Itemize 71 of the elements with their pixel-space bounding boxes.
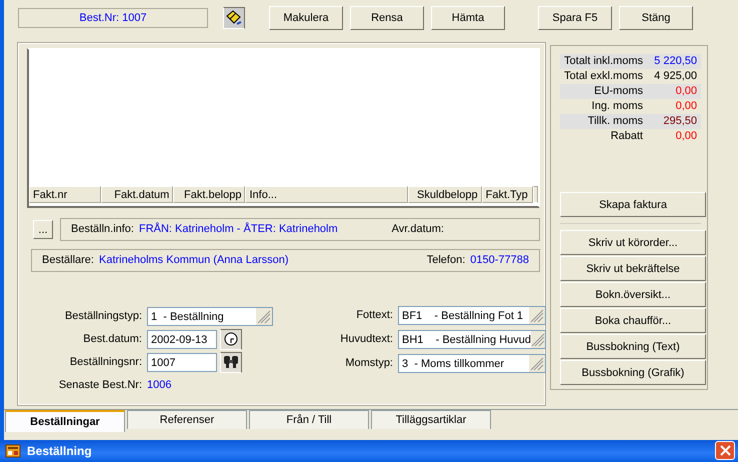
customer-name: Katrineholms Kommun (Anna Larsson) bbox=[98, 254, 289, 266]
action-button[interactable]: Boka chaufför... bbox=[560, 308, 706, 333]
column-header[interactable]: Fakt.belopp bbox=[173, 186, 246, 203]
total-label: Tillk. moms bbox=[586, 116, 644, 128]
tab[interactable]: Från / Till bbox=[249, 410, 369, 429]
field-label: Huvudtext: bbox=[339, 334, 394, 346]
total-label: EU-moms bbox=[593, 86, 644, 98]
total-label: Rabatt bbox=[610, 130, 644, 142]
column-header[interactable]: Skuldbelopp bbox=[408, 186, 482, 203]
dropdown-field[interactable]: 3 - Moms tillkommer bbox=[398, 354, 546, 373]
field-label: Momstyp: bbox=[344, 358, 394, 370]
close-button[interactable] bbox=[715, 442, 735, 460]
action-button[interactable]: Bussbokning (Grafik) bbox=[560, 360, 706, 385]
dropdown-field[interactable]: BF1 - Beställning Fot 1 bbox=[398, 306, 546, 325]
binoculars-icon bbox=[223, 356, 239, 370]
date-field[interactable]: 2002-09-13 bbox=[147, 330, 217, 349]
return-date-label: Avr.datum: bbox=[392, 224, 444, 236]
total-value: 0,00 bbox=[674, 86, 697, 98]
tab[interactable]: Tilläggsartiklar bbox=[371, 410, 491, 429]
column-header[interactable]: Fakt.Typ bbox=[482, 186, 534, 203]
dropdown-field[interactable]: 1 - Beställning bbox=[147, 307, 273, 326]
clock-icon bbox=[224, 332, 238, 346]
paint-button[interactable] bbox=[223, 8, 245, 30]
toolbar-button[interactable]: Stäng bbox=[619, 6, 693, 30]
close-icon bbox=[720, 446, 730, 456]
action-button[interactable]: Bussbokning (Text) bbox=[560, 334, 706, 359]
hatch-grip-icon bbox=[529, 355, 545, 372]
total-label: Total exkl.moms bbox=[563, 70, 644, 82]
total-value: 5 220,50 bbox=[653, 56, 697, 68]
order-number-field[interactable]: 1007 bbox=[147, 353, 217, 372]
total-value: 4 925,00 bbox=[653, 70, 697, 82]
hatch-grip-icon bbox=[531, 331, 546, 348]
column-header[interactable]: Fakt.datum bbox=[101, 186, 174, 203]
field-label: Beställningstyp: bbox=[64, 310, 143, 322]
toolbar-button[interactable]: Rensa bbox=[350, 6, 424, 30]
column-header[interactable]: Fakt.nr bbox=[29, 186, 102, 203]
search-button[interactable] bbox=[220, 352, 242, 373]
create-invoice-button[interactable]: Skapa faktura bbox=[560, 192, 706, 217]
total-value: 0,00 bbox=[674, 100, 697, 112]
total-value: 295,50 bbox=[662, 116, 697, 128]
customer-label: Beställare: bbox=[42, 254, 94, 266]
toolbar-button[interactable]: Spara F5 bbox=[538, 6, 612, 30]
phone-label: Telefon: bbox=[426, 254, 466, 266]
order-number-display: Best.Nr: 1007 bbox=[18, 8, 208, 28]
order-info-value: FRÅN: Katrineholm - ÅTER: Katrineholm bbox=[138, 224, 338, 236]
hatch-grip-icon bbox=[529, 307, 545, 324]
total-value: 0,00 bbox=[674, 130, 697, 142]
field-label: Senaste Best.Nr: bbox=[58, 380, 143, 392]
app-icon bbox=[5, 443, 21, 459]
column-header[interactable]: Info... bbox=[245, 186, 408, 203]
more-button[interactable]: ... bbox=[33, 220, 53, 239]
action-button[interactable]: Skriv ut bekräftelse bbox=[560, 256, 706, 281]
action-button[interactable]: Bokn.översikt... bbox=[560, 282, 706, 307]
total-label: Totalt inkl.moms bbox=[563, 56, 644, 68]
total-label: Ing. moms bbox=[590, 100, 644, 112]
tab[interactable]: Beställningar bbox=[5, 410, 125, 432]
field-label: Beställningsnr: bbox=[68, 356, 143, 368]
toolbar-button[interactable]: Makulera bbox=[269, 6, 343, 30]
eraser-icon bbox=[225, 10, 243, 26]
clock-button[interactable] bbox=[220, 329, 242, 350]
field-label: Best.datum: bbox=[82, 334, 143, 346]
hatch-grip-icon bbox=[256, 308, 272, 325]
dropdown-field[interactable]: BH1 - Beställning Huvud bbox=[398, 330, 546, 349]
action-button[interactable]: Skriv ut körorder... bbox=[560, 230, 706, 255]
order-info-label: Beställn.info: bbox=[71, 224, 134, 236]
phone-number: 0150-77788 bbox=[470, 254, 529, 266]
tab[interactable]: Referenser bbox=[127, 410, 247, 429]
toolbar-button[interactable]: Hämta bbox=[431, 6, 505, 30]
field-label: Fottext: bbox=[355, 310, 394, 322]
window-title: Beställning bbox=[27, 444, 93, 458]
latest-order-number: 1006 bbox=[147, 380, 172, 392]
